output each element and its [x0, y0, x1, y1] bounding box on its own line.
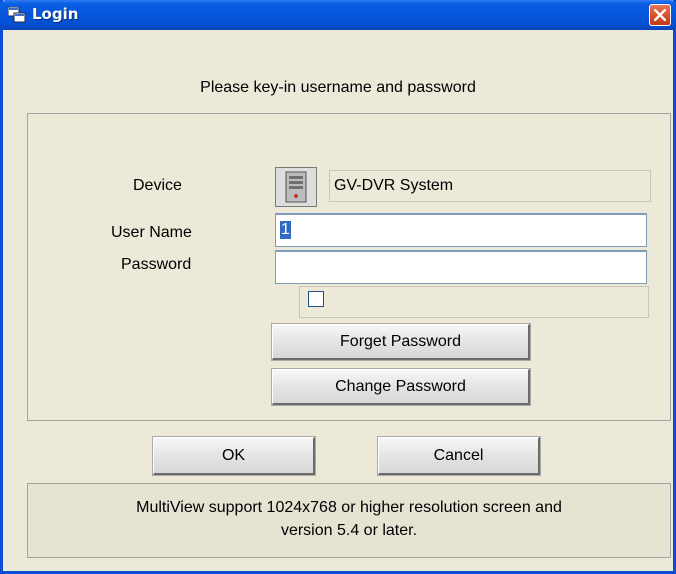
window-icon: [7, 6, 26, 23]
change-password-button[interactable]: Change Password: [271, 368, 531, 406]
resolution-note-line1: MultiView support 1024x768 or higher res…: [136, 499, 562, 516]
password-label: Password: [121, 256, 192, 273]
remember-checkbox[interactable]: [308, 291, 324, 307]
username-selected-text: 1: [280, 221, 291, 239]
title-bar[interactable]: Login: [0, 0, 676, 30]
window-title: Login: [32, 5, 79, 23]
resolution-note: MultiView support 1024x768 or higher res…: [27, 483, 671, 558]
username-label: User Name: [111, 224, 192, 241]
password-input[interactable]: [275, 250, 647, 284]
device-label: Device: [133, 177, 182, 194]
dvr-device-icon: [275, 167, 317, 207]
ok-button[interactable]: OK: [152, 436, 316, 476]
username-input[interactable]: 1: [275, 213, 647, 247]
close-icon: [654, 9, 666, 21]
login-dialog: Login Please key-in username and passwor…: [0, 0, 676, 574]
cancel-button[interactable]: Cancel: [377, 436, 541, 476]
device-field: GV-DVR System: [329, 170, 651, 202]
remember-option-field: [299, 286, 649, 318]
instruction-text: Please key-in username and password: [200, 79, 476, 96]
forget-password-button[interactable]: Forget Password: [271, 323, 531, 361]
resolution-note-line2: version 5.4 or later.: [280, 522, 418, 539]
close-button[interactable]: [649, 4, 671, 26]
